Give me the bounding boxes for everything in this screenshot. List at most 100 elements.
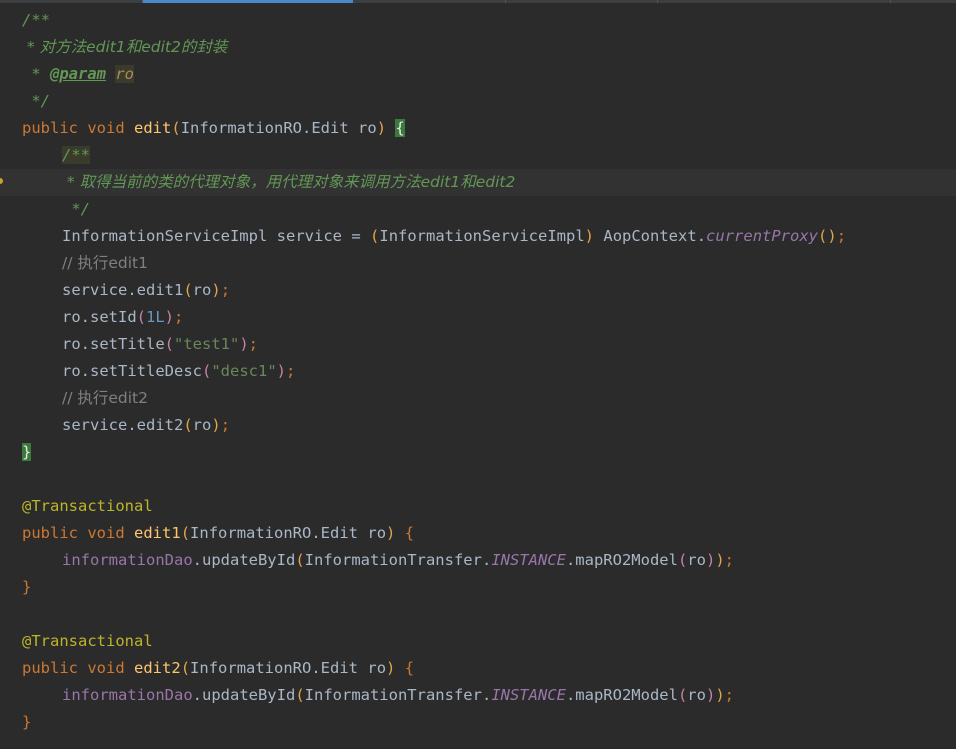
method-call[interactable]: service.edit2 [62, 416, 183, 434]
semicolon: ; [248, 335, 259, 353]
paren: ) [715, 686, 725, 704]
method-call[interactable]: ro.setId [62, 308, 137, 326]
code-line[interactable]: */ [0, 196, 956, 223]
method-call[interactable]: .updateById [193, 686, 296, 704]
code-line-empty[interactable] [0, 601, 956, 628]
method-name-edit1[interactable]: edit1 [134, 524, 181, 542]
static-field[interactable]: INSTANCE [491, 686, 566, 704]
code-line[interactable]: public void edit(InformationRO.Edit ro) … [0, 115, 956, 142]
code-line[interactable]: ro.setTitle("test1"); [0, 331, 956, 358]
type-name[interactable]: InformationRO.Edit [190, 524, 358, 542]
method-call[interactable]: service.edit1 [62, 281, 183, 299]
doc-comment: */ [62, 200, 90, 218]
number-literal: 1L [146, 308, 165, 326]
code-line[interactable]: // 执行edit2 [0, 385, 956, 412]
semicolon: ; [174, 308, 184, 326]
method-call[interactable]: .mapRO2Model [566, 686, 678, 704]
code-line[interactable]: } [0, 574, 956, 601]
string-literal: "test1" [174, 335, 240, 353]
paren: ) [276, 362, 286, 380]
method-call[interactable]: .updateById [193, 551, 296, 569]
code-line[interactable]: /** [0, 7, 956, 34]
brace-close: } [22, 713, 32, 731]
paren: ) [376, 119, 387, 137]
paren: ( [201, 362, 212, 380]
code-line[interactable]: } [0, 439, 956, 466]
code-line[interactable]: public void edit2(InformationRO.Edit ro)… [0, 655, 956, 682]
class-name[interactable]: InformationTransfer [305, 686, 482, 704]
code-line[interactable]: InformationServiceImpl service = (Inform… [0, 223, 956, 250]
paren: ( [180, 524, 191, 542]
code-line-empty[interactable] [0, 466, 956, 493]
paren: ) [705, 551, 716, 569]
paren: ) [239, 335, 249, 353]
argument[interactable]: ro [687, 551, 706, 569]
method-call[interactable]: ro.setTitleDesc [62, 362, 202, 380]
doc-comment: */ [22, 92, 50, 110]
javadoc-param-name[interactable]: ro [115, 65, 135, 83]
argument[interactable]: ro [687, 686, 706, 704]
paren: ) [584, 227, 595, 245]
method-call[interactable]: ro.setTitle [62, 335, 165, 353]
type-name[interactable]: InformationRO.Edit [181, 119, 349, 137]
code-line[interactable]: // 执行edit1 [0, 250, 956, 277]
code-line[interactable]: service.edit1(ro); [0, 277, 956, 304]
param-name[interactable]: ro [367, 659, 386, 677]
code-line-current[interactable]: * 取得当前的类的代理对象，用代理对象来调用方法edit1和edit2 [0, 169, 956, 196]
code-area[interactable]: /** * 对方法edit1和edit2的封装 * @param ro */ p… [0, 7, 956, 736]
brace-open: { [404, 524, 415, 542]
tab-separator [505, 0, 506, 3]
class-name[interactable]: AopContext [603, 227, 696, 245]
param-name[interactable]: ro [367, 524, 386, 542]
code-line[interactable]: informationDao.updateById(InformationTra… [0, 682, 956, 709]
doc-comment: /** [22, 11, 50, 29]
code-line[interactable]: /** [0, 142, 956, 169]
paren: ( [183, 281, 193, 299]
tab-separator [890, 0, 891, 3]
variable[interactable]: service [277, 227, 342, 245]
field-reference[interactable]: informationDao [62, 686, 193, 704]
code-line[interactable]: */ [0, 88, 956, 115]
code-line[interactable]: public void edit1(InformationRO.Edit ro)… [0, 520, 956, 547]
method-name-edit2[interactable]: edit2 [134, 659, 181, 677]
brace-match-open: { [395, 119, 405, 137]
annotation[interactable]: @Transactional [22, 632, 153, 650]
method-name-edit[interactable]: edit [134, 119, 171, 137]
doc-comment: * 对方法edit1和edit2的封装 [22, 38, 228, 56]
annotation[interactable]: @Transactional [22, 497, 153, 515]
operator: = [351, 227, 361, 245]
keyword: void [87, 119, 125, 137]
code-editor[interactable]: /** * 对方法edit1和edit2的封装 * @param ro */ p… [0, 0, 956, 749]
code-line[interactable]: @Transactional [0, 493, 956, 520]
paren: ( [180, 659, 191, 677]
semicolon: ; [836, 227, 847, 245]
code-line[interactable]: ro.setTitleDesc("desc1"); [0, 358, 956, 385]
argument[interactable]: ro [193, 416, 212, 434]
code-line[interactable]: service.edit2(ro); [0, 412, 956, 439]
field-reference[interactable]: informationDao [62, 551, 193, 569]
type-name[interactable]: InformationServiceImpl [62, 227, 267, 245]
brace-match-close: } [22, 443, 32, 461]
doc-comment: * 取得当前的类的代理对象，用代理对象来调用方法edit1和edit2 [62, 173, 516, 191]
code-line[interactable]: informationDao.updateById(InformationTra… [0, 547, 956, 574]
code-line[interactable]: @Transactional [0, 628, 956, 655]
javadoc-param-tag[interactable]: @param [50, 65, 106, 83]
paren: ( [183, 416, 193, 434]
code-line[interactable]: } [0, 709, 956, 736]
code-line[interactable]: ro.setId(1L); [0, 304, 956, 331]
brace-close: } [22, 578, 32, 596]
line-comment: // 执行edit1 [62, 254, 148, 272]
code-line[interactable]: * @param ro [0, 61, 956, 88]
param-name[interactable]: ro [358, 119, 377, 137]
type-name[interactable]: InformationRO.Edit [190, 659, 358, 677]
active-tab-indicator[interactable] [143, 0, 353, 3]
static-field[interactable]: INSTANCE [491, 551, 566, 569]
argument[interactable]: ro [193, 281, 212, 299]
code-line[interactable]: * 对方法edit1和edit2的封装 [0, 34, 956, 61]
method-call[interactable]: .mapRO2Model [566, 551, 678, 569]
static-method[interactable]: currentProxy [706, 227, 818, 245]
paren: ( [164, 335, 174, 353]
semicolon: ; [724, 551, 734, 569]
class-name[interactable]: InformationTransfer [305, 551, 482, 569]
type-name[interactable]: InformationServiceImpl [379, 227, 584, 245]
